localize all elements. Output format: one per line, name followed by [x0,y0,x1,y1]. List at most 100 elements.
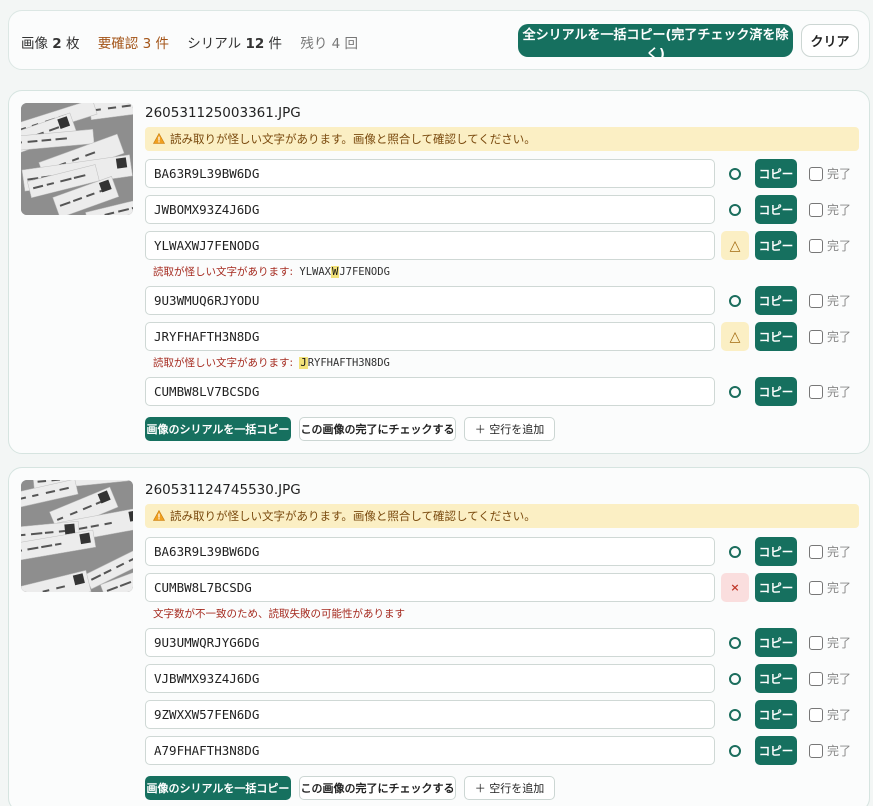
warning-status-icon: △ [721,322,749,351]
checkbox-box[interactable] [809,744,823,758]
add-empty-row-button[interactable]: ＋ 空行を追加 [464,417,555,441]
done-checkbox[interactable]: 完了 [809,579,851,596]
image-filename: 260531125003361.JPG [145,105,301,121]
checkbox-box[interactable] [809,581,823,595]
serial-row: コピー 完了 [145,628,865,658]
status-symbol: × [730,581,740,594]
image-thumbnail[interactable] [21,480,133,592]
checkbox-box[interactable] [809,330,823,344]
done-checkbox[interactable]: 完了 [809,201,851,218]
clear-button[interactable]: クリア [801,24,859,57]
copy-button[interactable]: コピー [755,736,797,765]
done-checkbox[interactable]: 完了 [809,670,851,687]
done-label: 完了 [827,239,852,253]
serial-row: コピー 完了 [145,195,865,225]
checkbox-box[interactable] [809,708,823,722]
serial-input[interactable] [145,159,715,188]
circle-icon [729,672,741,685]
done-label: 完了 [827,636,852,650]
serial-input[interactable] [145,537,715,566]
circle-icon [729,708,741,721]
serial-input[interactable] [145,736,715,765]
image-card: 260531124745530.JPG 読み取りが怪しい文字があります。画像と照合… [8,467,870,806]
serial-row: コピー 完了 [145,159,865,189]
ok-status-icon [721,700,749,729]
done-checkbox[interactable]: 完了 [809,237,851,254]
circle-icon [729,545,741,558]
note-serial: YLWAXWJ7FENODG [293,266,390,278]
done-label: 完了 [827,545,852,559]
done-checkbox[interactable]: 完了 [809,383,851,400]
copy-button[interactable]: コピー [755,286,797,315]
checkbox-box[interactable] [809,636,823,650]
note-label: 読取が怪しい文字があります: [153,266,294,278]
done-checkbox[interactable]: 完了 [809,165,851,182]
copy-button[interactable]: コピー [755,195,797,224]
copy-button[interactable]: コピー [755,377,797,406]
checkbox-box[interactable] [809,545,823,559]
done-label: 完了 [827,294,852,308]
copy-image-serials-button[interactable]: 画像のシリアルを一括コピー [145,776,291,800]
copy-button[interactable]: コピー [755,159,797,188]
copy-button[interactable]: コピー [755,537,797,566]
copy-button[interactable]: コピー [755,664,797,693]
done-checkbox[interactable]: 完了 [809,634,851,651]
checkbox-box[interactable] [809,294,823,308]
image-thumbnail[interactable] [21,103,133,215]
note-serial: JRYFHAFTH3N8DG [293,357,390,369]
circle-icon [729,203,741,216]
summary-stats: 画像 2 枚 要確認 3 件 シリアル 12 件 残り 4 回 [21,32,372,52]
note-serial-post: RYFHAFTH3N8DG [307,357,390,369]
copy-all-serials-button[interactable]: 全シリアルを一括コピー(完了チェック済を除く) [518,24,793,62]
serial-input[interactable] [145,286,715,315]
copy-button[interactable]: コピー [755,628,797,657]
copy-button[interactable]: コピー [755,573,797,602]
done-label: 完了 [827,167,852,181]
copy-button[interactable]: コピー [755,231,797,260]
done-checkbox[interactable]: 完了 [809,742,851,759]
image-card: 260531125003361.JPG 読み取りが怪しい文字があります。画像と照合… [8,90,870,454]
serial-input[interactable] [145,195,715,224]
row-note: 文字数が不一致のため、読取失敗の可能性があります [153,606,405,621]
done-label: 完了 [827,744,852,758]
serial-input[interactable] [145,628,715,657]
checkbox-box[interactable] [809,385,823,399]
check-image-done-button[interactable]: この画像の完了にチェックする [299,776,456,800]
warning-icon [152,505,166,521]
done-label: 完了 [827,385,852,399]
done-label: 完了 [827,581,852,595]
serial-row: コピー 完了 [145,377,865,407]
check-image-done-button[interactable]: この画像の完了にチェックする [299,417,456,441]
warning-text: 読み取りが怪しい文字があります。画像と照合して確認してください。 [170,509,536,523]
checkbox-box[interactable] [809,672,823,686]
copy-image-serials-button[interactable]: 画像のシリアルを一括コピー [145,417,291,441]
add-empty-row-button[interactable]: ＋ 空行を追加 [464,776,555,800]
copy-button[interactable]: コピー [755,322,797,351]
checkbox-box[interactable] [809,239,823,253]
serial-input[interactable] [145,664,715,693]
serial-input[interactable] [145,231,715,260]
serial-row: コピー 完了 [145,537,865,567]
done-checkbox[interactable]: 完了 [809,543,851,560]
checkbox-box[interactable] [809,203,823,217]
circle-icon [729,294,741,307]
note-serial-post: J7FENODG [339,266,390,278]
note-label: 読取が怪しい文字があります: [153,357,294,369]
serial-input[interactable] [145,700,715,729]
warning-status-icon: △ [721,231,749,260]
ok-status-icon [721,159,749,188]
done-checkbox[interactable]: 完了 [809,292,851,309]
done-checkbox[interactable]: 完了 [809,328,851,345]
checkbox-box[interactable] [809,167,823,181]
serial-input[interactable] [145,322,715,351]
done-checkbox[interactable]: 完了 [809,706,851,723]
serial-row: × コピー 完了文字数が不一致のため、読取失敗の可能性があります [145,573,865,620]
summary-bar: 画像 2 枚 要確認 3 件 シリアル 12 件 残り 4 回 全シリアルを一括… [8,10,870,70]
serial-row: コピー 完了 [145,286,865,316]
serial-input[interactable] [145,377,715,406]
read-warning-banner: 読み取りが怪しい文字があります。画像と照合して確認してください。 [145,504,859,528]
copy-button[interactable]: コピー [755,700,797,729]
serial-input[interactable] [145,573,715,602]
images-stat: 画像 2 枚 [21,36,80,52]
serial-row: △ コピー 完了読取が怪しい文字があります: YLWAXWJ7FENODG [145,231,865,278]
